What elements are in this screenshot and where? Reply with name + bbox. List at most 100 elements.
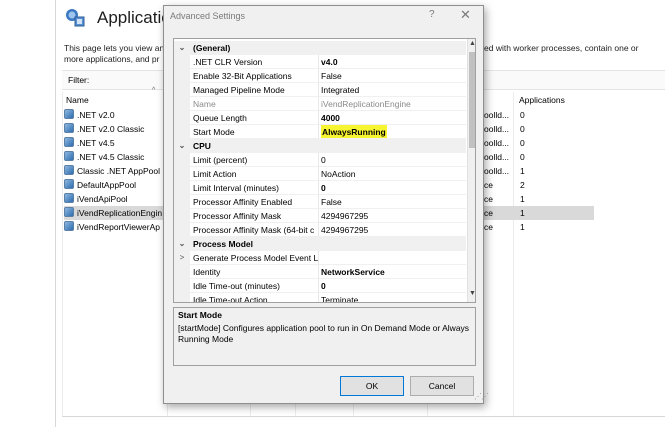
pool-row[interactable]: iVendReportViewerAp bbox=[64, 220, 168, 234]
property-name: Generate Process Model Event L bbox=[193, 251, 319, 265]
row-gutter bbox=[174, 279, 190, 293]
property-row[interactable]: Name iVendReplicationEngine bbox=[174, 97, 466, 111]
property-name: Limit Interval (minutes) bbox=[193, 181, 319, 195]
property-value[interactable]: NetworkService bbox=[321, 265, 466, 279]
row-gutter bbox=[174, 55, 190, 69]
property-value[interactable]: Terminate bbox=[321, 293, 466, 302]
row-gutter bbox=[174, 83, 190, 97]
property-row[interactable]: Limit Interval (minutes) 0 bbox=[174, 181, 466, 195]
description-text: [startMode] Configures application pool … bbox=[178, 323, 470, 344]
dialog-title: Advanced Settings bbox=[170, 11, 246, 21]
property-category[interactable]: ⌄ (General) bbox=[174, 41, 466, 55]
collapse-icon[interactable]: ⌄ bbox=[174, 139, 190, 153]
row-gutter bbox=[174, 181, 190, 195]
property-name: Processor Affinity Enabled bbox=[193, 195, 319, 209]
property-name: .NET CLR Version bbox=[193, 55, 319, 69]
pool-row[interactable]: .NET v4.5 Classic bbox=[64, 150, 168, 164]
property-name: Managed Pipeline Mode bbox=[193, 83, 319, 97]
resize-grip-icon[interactable]: ⋰⋰ bbox=[474, 392, 489, 401]
property-value[interactable]: False bbox=[321, 69, 466, 83]
column-header-applications[interactable]: Applications bbox=[519, 95, 565, 105]
property-row[interactable]: Managed Pipeline Mode Integrated bbox=[174, 83, 466, 97]
pool-row-details[interactable]: oolld... 1 bbox=[484, 164, 594, 178]
property-value[interactable]: Integrated bbox=[321, 83, 466, 97]
pool-row[interactable]: .NET v4.5 bbox=[64, 136, 168, 150]
pool-row-details[interactable]: oolld... 0 bbox=[484, 136, 594, 150]
collapse-icon[interactable]: ⌄ bbox=[174, 237, 190, 251]
pool-row[interactable]: .NET v2.0 bbox=[64, 108, 168, 122]
property-value[interactable]: iVendReplicationEngine bbox=[321, 97, 466, 111]
bottom-rule bbox=[62, 416, 665, 417]
property-row[interactable]: Processor Affinity Mask (64-bit c 4294967… bbox=[174, 223, 466, 237]
pool-row-details[interactable]: ce 1 bbox=[484, 192, 594, 206]
property-value[interactable]: 0 bbox=[321, 181, 466, 195]
property-row[interactable]: .NET CLR Version v4.0 bbox=[174, 55, 466, 69]
application-pools-icon bbox=[66, 9, 85, 27]
property-name: Idle Time-out Action bbox=[193, 293, 319, 302]
page-title: Applicatio bbox=[97, 8, 171, 27]
pool-row-details[interactable]: oolld... 0 bbox=[484, 150, 594, 164]
pool-row[interactable]: iVendApiPool bbox=[64, 192, 168, 206]
property-row[interactable]: Processor Affinity Mask 4294967295 bbox=[174, 209, 466, 223]
row-gutter bbox=[174, 111, 190, 125]
pool-row[interactable]: DefaultAppPool bbox=[64, 178, 168, 192]
close-icon[interactable]: ✕ bbox=[460, 7, 471, 23]
pool-row[interactable]: Classic .NET AppPool bbox=[64, 164, 168, 178]
property-value[interactable]: v4.0 bbox=[321, 55, 466, 69]
property-row[interactable]: Idle Time-out (minutes) 0 bbox=[174, 279, 466, 293]
property-row[interactable]: Limit (percent) 0 bbox=[174, 153, 466, 167]
property-row[interactable]: Queue Length 4000 bbox=[174, 111, 466, 125]
property-row[interactable]: Enable 32-Bit Applications False bbox=[174, 69, 466, 83]
row-gutter bbox=[174, 293, 190, 302]
property-row[interactable]: Limit Action NoAction bbox=[174, 167, 466, 181]
row-gutter bbox=[174, 209, 190, 223]
property-grid-scrollbar[interactable]: ▲ ▼ bbox=[467, 39, 475, 302]
property-row[interactable]: Processor Affinity Enabled False bbox=[174, 195, 466, 209]
page-description: This page lets you view an more applicat… bbox=[64, 43, 164, 64]
row-gutter bbox=[174, 223, 190, 237]
pool-row-details[interactable]: ce 1 bbox=[484, 220, 594, 234]
app-pool-icon bbox=[64, 221, 74, 231]
property-value[interactable]: NoAction bbox=[321, 167, 466, 181]
pool-row-details[interactable]: oolld... 0 bbox=[484, 108, 594, 122]
scroll-thumb[interactable] bbox=[469, 52, 475, 148]
app-pool-icon bbox=[64, 123, 74, 133]
property-row[interactable]: > Generate Process Model Event L bbox=[174, 251, 466, 265]
property-name: Processor Affinity Mask bbox=[193, 209, 319, 223]
property-category[interactable]: ⌄ CPU bbox=[174, 139, 466, 153]
property-row[interactable]: Start Mode AlwaysRunning bbox=[174, 125, 466, 139]
property-row[interactable]: Identity NetworkService bbox=[174, 265, 466, 279]
property-value[interactable]: 4000 bbox=[321, 111, 466, 125]
property-name: Limit Action bbox=[193, 167, 319, 181]
column-header-name[interactable]: Name bbox=[66, 95, 89, 105]
pool-row-details-selected[interactable]: ce 1 bbox=[484, 206, 594, 220]
pool-row-selected[interactable]: iVendReplicationEngin bbox=[64, 206, 168, 220]
expand-icon[interactable]: > bbox=[174, 251, 190, 265]
filter-label[interactable]: Filter: bbox=[68, 75, 89, 85]
scroll-up-icon[interactable]: ▲ bbox=[469, 40, 475, 47]
property-value[interactable]: False bbox=[321, 195, 466, 209]
pool-row[interactable]: .NET v2.0 Classic bbox=[64, 122, 168, 136]
pool-row-details[interactable]: ce 2 bbox=[484, 178, 594, 192]
scroll-down-icon[interactable]: ▼ bbox=[469, 290, 475, 297]
property-value[interactable]: 4294967295 bbox=[321, 209, 466, 223]
property-value[interactable]: AlwaysRunning bbox=[321, 125, 387, 139]
cancel-button[interactable]: Cancel bbox=[410, 376, 474, 396]
row-gutter bbox=[174, 69, 190, 83]
row-gutter bbox=[174, 195, 190, 209]
collapse-icon[interactable]: ⌄ bbox=[174, 41, 190, 55]
property-category[interactable]: ⌄ Process Model bbox=[174, 237, 466, 251]
pool-row-details[interactable]: oolld... 0 bbox=[484, 122, 594, 136]
row-gutter bbox=[174, 153, 190, 167]
property-name: Queue Length bbox=[193, 111, 319, 125]
property-value[interactable]: 4294967295 bbox=[321, 223, 466, 237]
property-row[interactable]: Idle Time-out Action Terminate bbox=[174, 293, 466, 302]
app-pool-icon bbox=[64, 207, 74, 217]
property-value[interactable]: 0 bbox=[321, 279, 466, 293]
property-value[interactable]: 0 bbox=[321, 153, 466, 167]
property-name: Limit (percent) bbox=[193, 153, 319, 167]
property-name: Identity bbox=[193, 265, 319, 279]
category-label: Process Model bbox=[193, 239, 253, 249]
ok-button[interactable]: OK bbox=[340, 376, 404, 396]
help-icon[interactable]: ? bbox=[429, 9, 435, 20]
